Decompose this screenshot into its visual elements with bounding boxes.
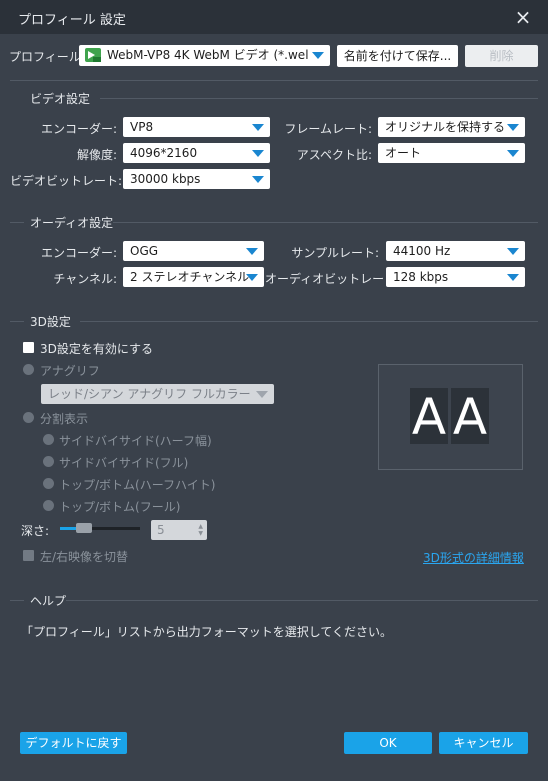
split-option-radio — [43, 456, 54, 467]
3d-section-title: 3D設定 — [30, 315, 71, 329]
framerate-value: オリジナルを保持する — [385, 120, 506, 134]
enable-3d-label: 3D設定を有効にする — [40, 342, 153, 356]
split-radio — [23, 412, 34, 423]
audio-section-title: オーディオ設定 — [30, 216, 114, 230]
chevron-down-icon — [312, 52, 324, 59]
ok-button[interactable]: OK — [344, 732, 432, 754]
audio-encoder-label: エンコーダー: — [40, 246, 117, 260]
chevron-down-icon — [252, 150, 264, 157]
video-section-title: ビデオ設定 — [30, 92, 91, 106]
anaglyph-radio — [23, 364, 34, 375]
channel-value: 2 ステレオチャンネル — [130, 270, 250, 284]
chevron-down-icon — [252, 176, 264, 183]
help-section-title: ヘルプ — [30, 594, 67, 608]
save-as-button[interactable]: 名前を付けて保存... — [337, 45, 458, 67]
anaglyph-select: レッド/シアン アナグリフ フルカラー — [41, 384, 274, 404]
cancel-button[interactable]: キャンセル — [439, 732, 528, 754]
video-encoder-select[interactable]: VP8 — [123, 117, 270, 137]
audio-bitrate-value: 128 kbps — [393, 270, 449, 284]
profile-label: プロフィール: — [9, 50, 85, 64]
split-option-radio — [43, 478, 54, 489]
video-bitrate-select[interactable]: 30000 kbps — [123, 169, 270, 189]
delete-button: 削除 — [465, 45, 538, 67]
chevron-down-icon — [246, 248, 258, 255]
split-label: 分割表示 — [40, 412, 89, 426]
preview-letter-left: A — [410, 388, 448, 446]
stepper-arrows-icon: ▲ ▼ — [198, 523, 203, 537]
chevron-down-icon — [246, 274, 258, 281]
depth-label: 深さ: — [21, 524, 50, 538]
split-option-label: サイドバイサイド(ハーフ幅) — [59, 434, 212, 448]
chevron-down-icon — [507, 124, 519, 131]
webm-icon — [85, 48, 101, 62]
profile-select[interactable]: WebM-VP8 4K WebM ビデオ (*.wel — [79, 45, 330, 66]
samplerate-select[interactable]: 44100 Hz — [386, 241, 525, 261]
samplerate-value: 44100 Hz — [393, 244, 451, 258]
video-encoder-label: エンコーダー: — [40, 122, 117, 136]
depth-value: 5 — [157, 523, 165, 537]
aspect-label: アスペクト比: — [296, 148, 372, 162]
swap-lr-checkbox — [23, 550, 34, 561]
divider — [10, 222, 24, 223]
resolution-select[interactable]: 4096*2160 — [123, 143, 270, 163]
chevron-down-icon — [507, 248, 519, 255]
framerate-label: フレームレート: — [284, 122, 372, 136]
framerate-select[interactable]: オリジナルを保持する — [378, 117, 525, 137]
swap-lr-label: 左/右映像を切替 — [40, 550, 129, 564]
help-text: 「プロフィール」リストから出力フォーマットを選択してください。 — [21, 625, 393, 639]
divider — [100, 98, 538, 99]
channel-label: チャンネル: — [53, 272, 117, 286]
chevron-down-icon — [252, 124, 264, 131]
anaglyph-label: アナグリフ — [40, 364, 100, 378]
audio-encoder-select[interactable]: OGG — [123, 241, 264, 261]
samplerate-label: サンプルレート: — [291, 246, 379, 260]
3d-details-link[interactable]: 3D形式の詳細情報 — [423, 549, 524, 566]
depth-slider-thumb — [76, 523, 92, 533]
depth-stepper: 5 ▲ ▼ — [151, 520, 207, 540]
depth-slider — [60, 523, 140, 533]
preview-letter-right: A — [451, 388, 489, 446]
aspect-select[interactable]: オート — [378, 143, 525, 163]
channel-select[interactable]: 2 ステレオチャンネル — [123, 267, 264, 287]
enable-3d-checkbox[interactable] — [23, 342, 34, 353]
divider — [10, 600, 24, 601]
video-bitrate-value: 30000 kbps — [130, 172, 201, 186]
close-icon[interactable]: × — [512, 6, 534, 28]
split-option-radio — [43, 500, 54, 511]
divider — [113, 222, 538, 223]
chevron-down-icon — [256, 391, 268, 398]
resolution-label: 解像度: — [76, 148, 117, 162]
chevron-down-icon — [507, 150, 519, 157]
resolution-value: 4096*2160 — [130, 146, 198, 160]
chevron-down-icon — [507, 274, 519, 281]
divider — [80, 321, 538, 322]
divider — [66, 600, 538, 601]
video-bitrate-label: ビデオビットレート: — [10, 174, 123, 188]
audio-encoder-value: OGG — [130, 244, 159, 258]
reset-default-button[interactable]: デフォルトに戻す — [20, 732, 127, 754]
anaglyph-value: レッド/シアン アナグリフ フルカラー — [48, 387, 251, 401]
aspect-value: オート — [385, 146, 422, 160]
divider — [10, 321, 24, 322]
audio-bitrate-label: オーディオビットレート: — [265, 272, 401, 286]
split-option-radio — [43, 434, 54, 445]
window-title: プロフィール 設定 — [18, 13, 126, 28]
split-option-label: サイドバイサイド(フル) — [59, 456, 189, 470]
audio-bitrate-select[interactable]: 128 kbps — [386, 267, 525, 287]
divider — [10, 80, 538, 81]
profile-value: WebM-VP8 4K WebM ビデオ (*.wel — [107, 48, 309, 62]
split-option-label: トップ/ボトム(フール) — [59, 500, 181, 514]
split-option-label: トップ/ボトム(ハーフハイト) — [59, 478, 216, 492]
video-encoder-value: VP8 — [130, 120, 154, 134]
